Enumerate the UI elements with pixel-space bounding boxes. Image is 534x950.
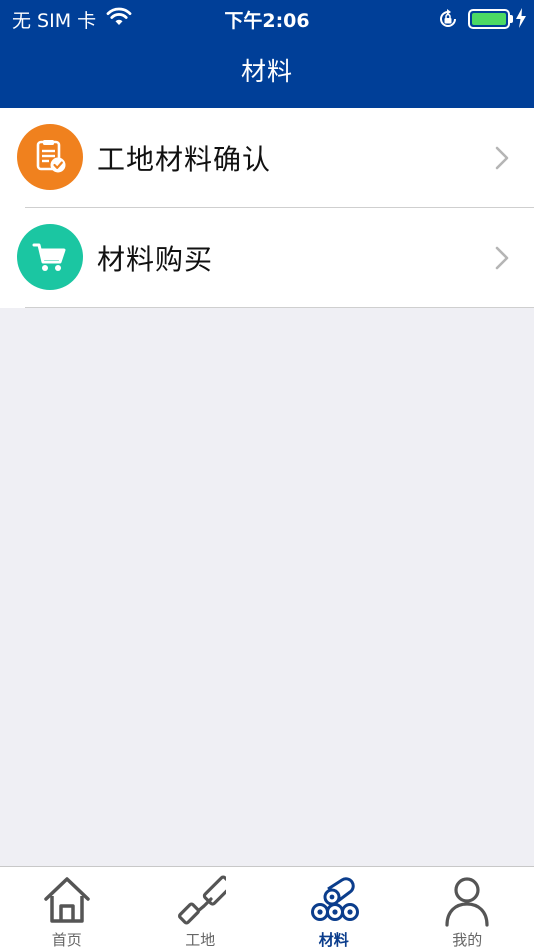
tab-profile[interactable]: 我的: [401, 867, 534, 950]
page-title: 材料: [240, 57, 293, 86]
home-icon: [42, 875, 92, 929]
menu-item-label: 工地材料确认: [97, 143, 272, 176]
charging-bolt-icon: [515, 8, 527, 32]
tab-bar: 首页 工地 材料 我的: [0, 866, 534, 950]
chevron-right-icon: [494, 145, 510, 175]
tab-home[interactable]: 首页: [0, 867, 134, 950]
paint-roller-icon: [174, 875, 234, 929]
shopping-cart-icon: [17, 224, 83, 290]
tab-label: 我的: [452, 931, 483, 949]
orientation-lock-icon: [437, 8, 459, 34]
tab-label: 首页: [51, 931, 82, 949]
tab-materials[interactable]: 材料: [267, 867, 401, 950]
row-divider: [25, 307, 534, 308]
status-bar: 无 SIM 卡 下午2:06: [0, 0, 534, 36]
material-rolls-icon: [308, 875, 360, 929]
top-bar: 无 SIM 卡 下午2:06 材料: [0, 0, 534, 108]
menu-list: 工地材料确认 材料购买: [0, 108, 534, 308]
tab-label: 材料: [318, 931, 349, 949]
tab-label: 工地: [185, 931, 216, 949]
battery-icon: [468, 9, 510, 29]
menu-item-material-purchase[interactable]: 材料购买: [0, 208, 534, 308]
person-icon: [442, 875, 492, 931]
menu-item-site-material-confirm[interactable]: 工地材料确认: [0, 108, 534, 208]
tab-site[interactable]: 工地: [134, 867, 268, 950]
clipboard-check-icon: [17, 124, 83, 190]
battery-tip: [510, 15, 513, 23]
menu-item-label: 材料购买: [97, 243, 214, 276]
chevron-right-icon: [494, 245, 510, 275]
